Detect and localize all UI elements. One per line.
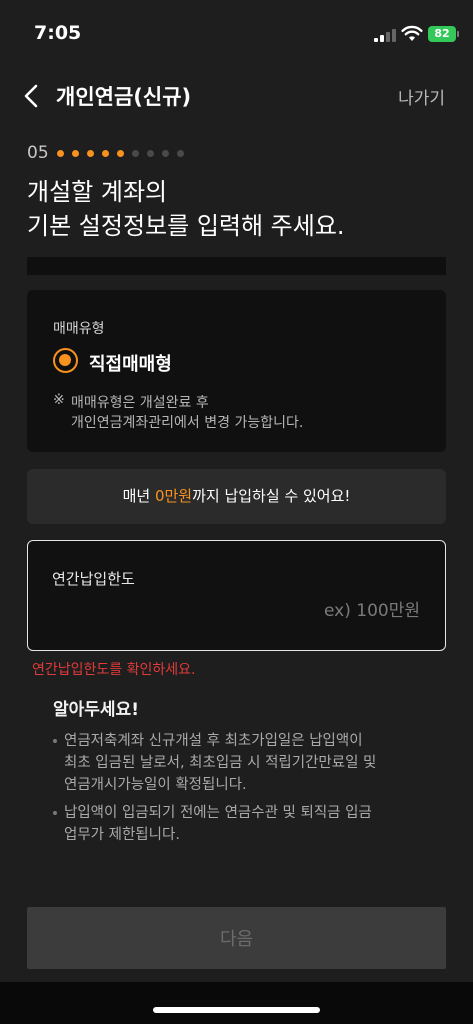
step-dot bbox=[161, 149, 169, 157]
annual-limit-label: 연간납입한도 bbox=[52, 570, 135, 588]
trade-type-label: 매매유형 bbox=[53, 321, 105, 337]
step-dot bbox=[116, 149, 124, 157]
back-arrow-icon[interactable] bbox=[20, 82, 44, 110]
notice-item: 납입액이 입금되기 전에는 연금수관 및 퇴직금 입금 업무가 제한됩니다. bbox=[53, 802, 372, 846]
annual-limit-error: 연간납입한도를 확인하세요. bbox=[32, 662, 196, 678]
trade-type-card: 매매유형 직접매매형 ※ 매매유형은 개설완료 후 개인연금계좌관리에서 변경 … bbox=[27, 290, 446, 452]
next-button[interactable]: 다음 bbox=[27, 907, 446, 969]
banner-prefix: 매년 bbox=[122, 487, 155, 505]
step-dot bbox=[86, 149, 94, 157]
payment-limit-banner: 매년 0만원까지 납입하실 수 있어요! bbox=[27, 469, 446, 524]
header: 개인연금(신규) 나가기 bbox=[0, 70, 473, 122]
notice-item: 연금저축계좌 신규개설 후 최초가입일은 납입액이 최초 입금된 날로서, 최초… bbox=[53, 730, 376, 796]
step-dots bbox=[56, 149, 192, 157]
step-dot bbox=[56, 149, 64, 157]
step-dot bbox=[131, 149, 139, 157]
annual-limit-input[interactable] bbox=[52, 593, 420, 629]
home-indicator[interactable] bbox=[153, 1007, 320, 1013]
status-bar: 7:05 82 bbox=[0, 0, 473, 70]
step-number: 05 bbox=[27, 143, 49, 163]
banner-amount: 0만원 bbox=[154, 487, 193, 505]
banner-suffix: 까지 납입하실 수 있어요! bbox=[192, 487, 351, 505]
step-dot bbox=[176, 149, 184, 157]
direct-trade-radio[interactable] bbox=[53, 348, 78, 373]
signal-icon bbox=[374, 28, 396, 42]
screen: 7:05 82 개인연금(신규) 나가기 05 개설할 계좌의 기본 설정정보를… bbox=[0, 0, 473, 1024]
direct-trade-option-label[interactable]: 직접매매형 bbox=[89, 350, 172, 376]
divider-strip bbox=[27, 257, 446, 275]
trade-type-note-line2: 개인연금계좌관리에서 변경 가능합니다. bbox=[71, 415, 304, 431]
step-dot bbox=[71, 149, 79, 157]
headline: 개설할 계좌의 기본 설정정보를 입력해 주세요. bbox=[27, 178, 345, 240]
step-dot bbox=[146, 149, 154, 157]
annual-limit-field[interactable]: 연간납입한도 bbox=[27, 540, 446, 651]
notice-title: 알아두세요! bbox=[53, 700, 139, 720]
battery-icon: 82 bbox=[428, 26, 456, 42]
step-indicator: 05 bbox=[27, 143, 192, 163]
battery-tip bbox=[457, 31, 459, 37]
home-area bbox=[0, 982, 473, 1024]
status-time: 7:05 bbox=[34, 22, 82, 44]
step-dot bbox=[101, 149, 109, 157]
page-title: 개인연금(신규) bbox=[56, 85, 192, 109]
exit-button[interactable]: 나가기 bbox=[398, 84, 445, 109]
wifi-icon bbox=[401, 25, 423, 41]
note-mark: ※ bbox=[53, 392, 65, 408]
trade-type-note-line1: 매매유형은 개설완료 후 bbox=[71, 395, 209, 411]
